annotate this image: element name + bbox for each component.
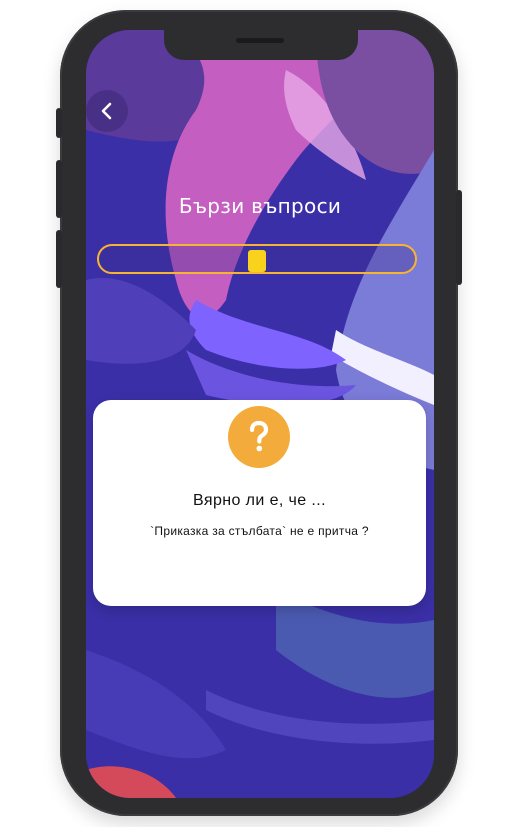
app-screen: Бързи въпроси Вярно ли е, че ... `Приказ… (86, 30, 434, 798)
mute-switch (56, 108, 62, 138)
page: Бързи въпроси Вярно ли е, че ... `Приказ… (0, 0, 507, 827)
volume-down-button (56, 230, 62, 288)
phone-notch (164, 30, 358, 60)
speaker-grille (236, 38, 284, 43)
power-button (456, 190, 462, 285)
question-heading: Вярно ли е, че ... (193, 492, 326, 509)
question-progress-bar (97, 244, 417, 274)
phone-frame: Бързи въпроси Вярно ли е, че ... `Приказ… (56, 10, 462, 816)
question-text: `Приказка за стълбата` не е притча ? (150, 524, 369, 538)
progress-marker (248, 250, 266, 272)
chevron-left-icon (100, 102, 114, 120)
page-title: Бързи въпроси (178, 194, 342, 218)
volume-up-button (56, 160, 62, 218)
question-card: Вярно ли е, че ... `Приказка за стълбата… (93, 400, 426, 606)
back-button[interactable] (86, 90, 128, 132)
question-mark-icon (228, 406, 290, 468)
